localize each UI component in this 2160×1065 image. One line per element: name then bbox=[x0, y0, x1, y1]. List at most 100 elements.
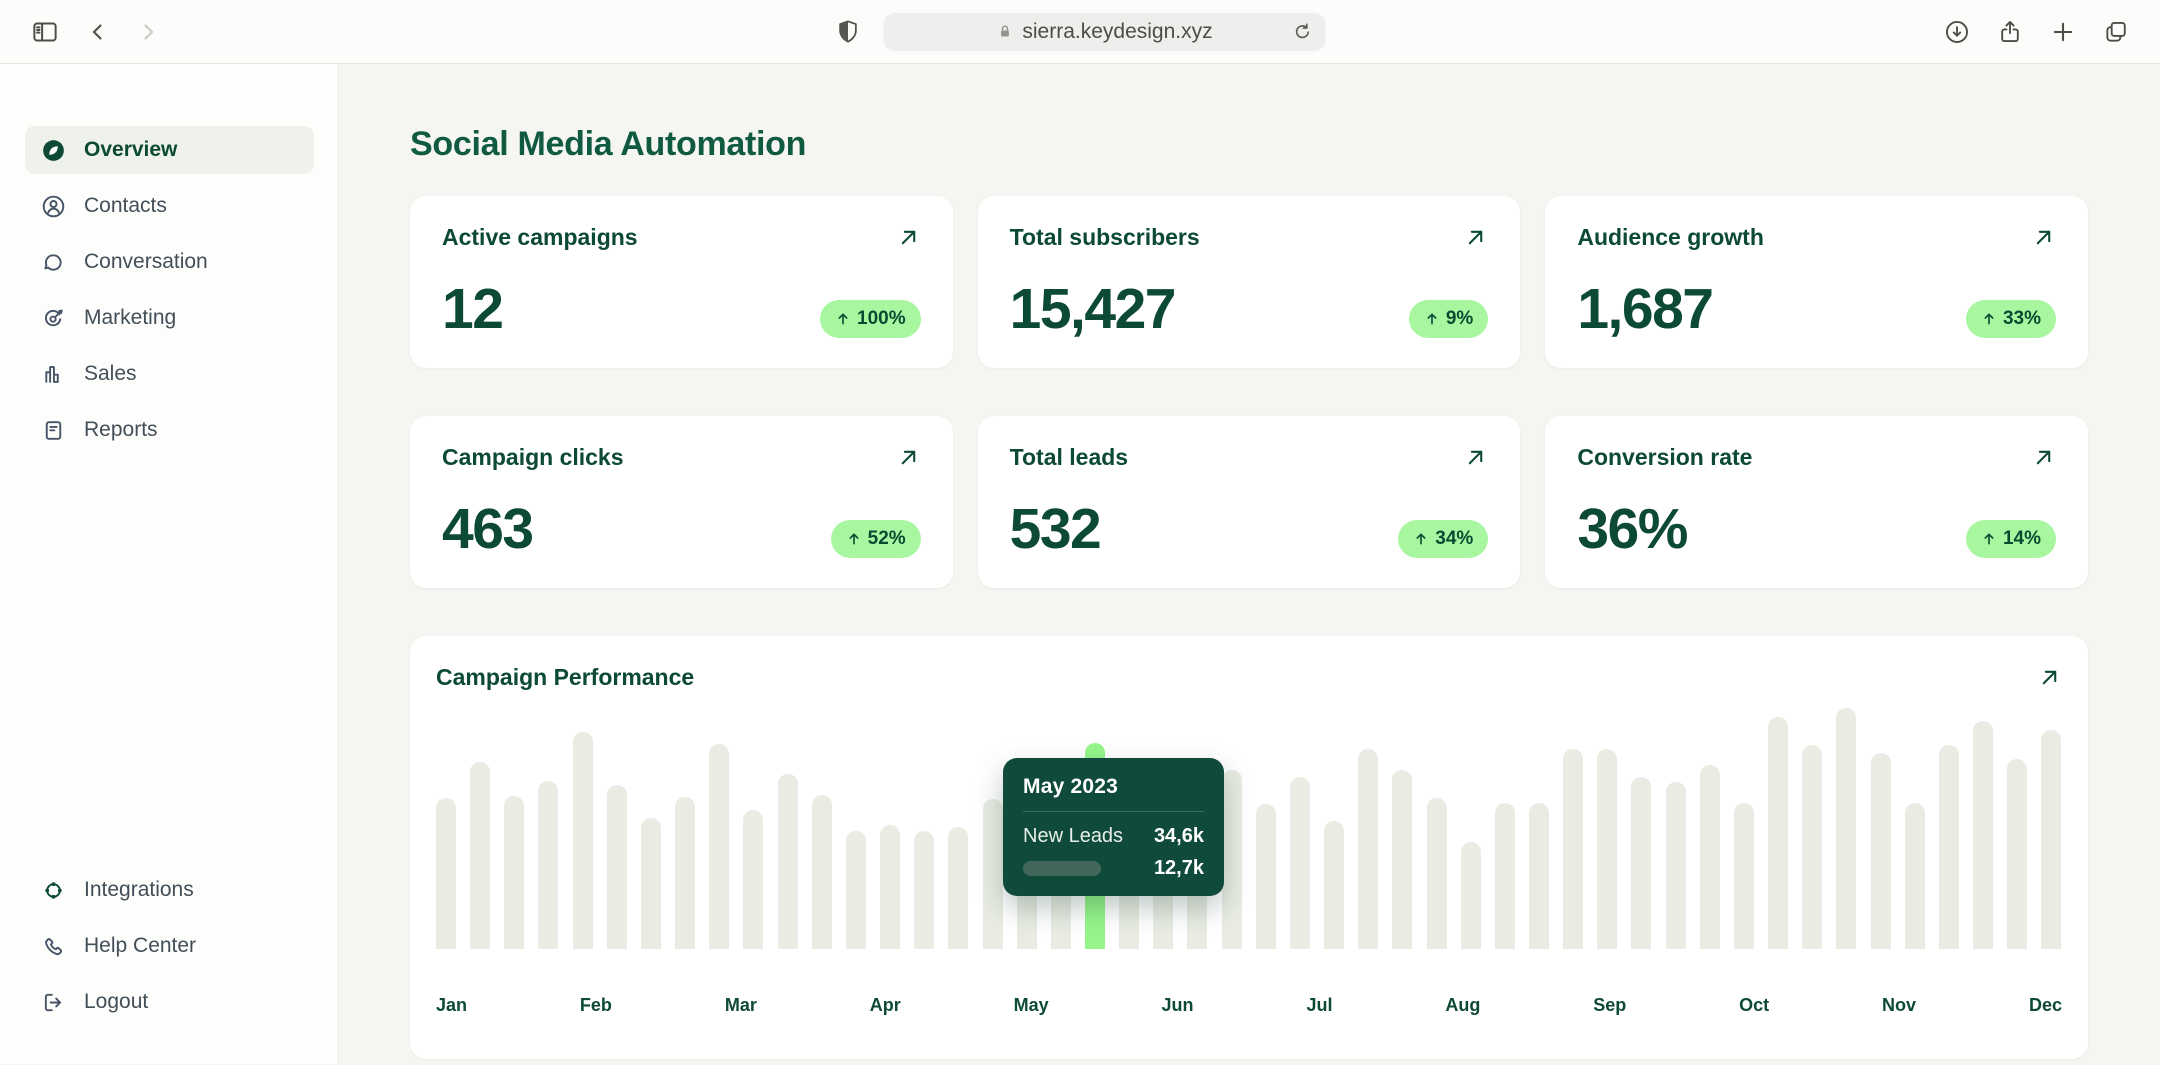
chart-bar[interactable] bbox=[470, 762, 490, 949]
chart-bar[interactable] bbox=[1973, 721, 1993, 949]
chart-bar[interactable] bbox=[1836, 708, 1856, 949]
sidebar: Overview Contacts bbox=[0, 64, 339, 1064]
tooltip-secondary-value: 12,7k bbox=[1154, 857, 1204, 880]
chart-bar[interactable] bbox=[436, 798, 456, 949]
stat-card-total-subscribers: Total subscribers 15,427 9% bbox=[978, 196, 1521, 368]
overview-icon bbox=[40, 137, 67, 164]
share-icon[interactable] bbox=[1996, 18, 2024, 46]
chart-bar[interactable] bbox=[1666, 782, 1686, 949]
chart-bar[interactable] bbox=[2007, 759, 2027, 949]
month-label: Aug bbox=[1445, 995, 1480, 1017]
chart-bar[interactable] bbox=[743, 810, 763, 949]
sidebar-item-conversation[interactable]: Conversation bbox=[25, 238, 314, 286]
arrow-up-right-icon[interactable] bbox=[2031, 445, 2056, 470]
sidebar-item-integrations[interactable]: Integrations bbox=[25, 866, 314, 914]
chart-bar[interactable] bbox=[1392, 770, 1412, 949]
arrow-up-icon bbox=[846, 531, 862, 547]
chart-bar[interactable] bbox=[1631, 777, 1651, 949]
chart-bar[interactable] bbox=[1597, 749, 1617, 949]
chart-bar[interactable] bbox=[641, 818, 661, 949]
chart-bar[interactable] bbox=[1529, 803, 1549, 949]
chart-bar[interactable] bbox=[1734, 803, 1754, 949]
logout-icon bbox=[40, 989, 67, 1016]
chart-bar[interactable] bbox=[812, 795, 832, 949]
stat-value: 12 bbox=[442, 281, 502, 338]
sidebar-item-contacts[interactable]: Contacts bbox=[25, 182, 314, 230]
month-label: Jan bbox=[436, 995, 467, 1017]
chart-bar[interactable] bbox=[2041, 730, 2061, 949]
chart-bar[interactable] bbox=[880, 825, 900, 949]
integrations-icon bbox=[40, 877, 67, 904]
chart-bar[interactable] bbox=[1358, 749, 1378, 949]
sidebar-item-marketing[interactable]: Marketing bbox=[25, 294, 314, 342]
sidebar-item-label: Overview bbox=[84, 138, 177, 162]
phone-icon bbox=[40, 933, 67, 960]
chart-bar[interactable] bbox=[983, 799, 1003, 949]
chart-bar[interactable] bbox=[778, 774, 798, 949]
forward-button[interactable] bbox=[136, 20, 160, 44]
chart-bar[interactable] bbox=[1700, 765, 1720, 949]
arrow-up-right-icon[interactable] bbox=[1463, 445, 1488, 470]
chart-title: Campaign Performance bbox=[436, 664, 694, 691]
chart-bar[interactable] bbox=[1871, 753, 1891, 949]
chart-bar[interactable] bbox=[675, 797, 695, 949]
chart-bar[interactable] bbox=[709, 744, 729, 949]
tooltip-value: 34,6k bbox=[1154, 825, 1204, 848]
sidebar-nav: Overview Contacts bbox=[0, 126, 338, 462]
sidebar-item-label: Integrations bbox=[84, 878, 194, 902]
stat-label: Total subscribers bbox=[1010, 224, 1200, 251]
sidebar-item-reports[interactable]: Reports bbox=[25, 406, 314, 454]
sidebar-item-logout[interactable]: Logout bbox=[25, 978, 314, 1026]
arrow-up-right-icon[interactable] bbox=[896, 445, 921, 470]
month-label: Apr bbox=[870, 995, 901, 1017]
downloads-icon[interactable] bbox=[1943, 18, 1971, 46]
chart-bar[interactable] bbox=[846, 831, 866, 949]
lock-icon bbox=[996, 23, 1013, 40]
arrow-up-right-icon[interactable] bbox=[2031, 225, 2056, 250]
chart-bar[interactable] bbox=[504, 796, 524, 949]
chart-bar[interactable] bbox=[607, 785, 627, 949]
chart-tooltip: May 2023 New Leads 34,6k 12,7k bbox=[1003, 758, 1224, 896]
chart-bar[interactable] bbox=[1802, 745, 1822, 949]
arrow-up-right-icon[interactable] bbox=[2037, 665, 2062, 690]
sales-icon bbox=[40, 361, 67, 388]
chart-bar[interactable] bbox=[573, 732, 593, 949]
stat-label: Audience growth bbox=[1577, 224, 1764, 251]
sidebar-item-sales[interactable]: Sales bbox=[25, 350, 314, 398]
stat-value: 1,687 bbox=[1577, 281, 1712, 338]
chart-bar[interactable] bbox=[948, 827, 968, 949]
arrow-up-icon bbox=[1424, 311, 1440, 327]
chart-bar[interactable] bbox=[1939, 745, 1959, 949]
arrow-up-icon bbox=[835, 311, 851, 327]
chart-bar[interactable] bbox=[1905, 803, 1925, 949]
sidebar-item-label: Help Center bbox=[84, 934, 196, 958]
chart-bar[interactable] bbox=[1222, 770, 1242, 949]
chart-bar[interactable] bbox=[538, 781, 558, 949]
address-bar[interactable]: sierra.keydesign.xyz bbox=[884, 13, 1326, 51]
month-label: Dec bbox=[2029, 995, 2062, 1017]
back-button[interactable] bbox=[86, 20, 110, 44]
tab-overview-icon[interactable] bbox=[2102, 18, 2130, 46]
reload-icon[interactable] bbox=[1292, 21, 1314, 43]
chart-bar[interactable] bbox=[1495, 803, 1515, 949]
arrow-up-right-icon[interactable] bbox=[1463, 225, 1488, 250]
arrow-up-right-icon[interactable] bbox=[896, 225, 921, 250]
chart-bar[interactable] bbox=[1256, 804, 1276, 949]
privacy-shield-icon[interactable] bbox=[835, 18, 862, 45]
chart-bar[interactable] bbox=[1563, 749, 1583, 949]
sidebar-toggle-icon[interactable] bbox=[30, 17, 60, 47]
chart-bar[interactable] bbox=[1324, 821, 1344, 949]
new-tab-icon[interactable] bbox=[2049, 18, 2077, 46]
sidebar-item-overview[interactable]: Overview bbox=[25, 126, 314, 174]
chart-bar[interactable] bbox=[1290, 777, 1310, 949]
trend-badge: 100% bbox=[820, 300, 921, 338]
sidebar-item-help-center[interactable]: Help Center bbox=[25, 922, 314, 970]
chart-bar[interactable] bbox=[1461, 842, 1481, 949]
chart-bar[interactable] bbox=[1427, 798, 1447, 949]
stat-card-conversion-rate: Conversion rate 36% 14% bbox=[1545, 416, 2088, 588]
trend-badge: 14% bbox=[1966, 520, 2056, 558]
trend-badge: 34% bbox=[1398, 520, 1488, 558]
chart-bar[interactable] bbox=[1768, 717, 1788, 949]
chart-bar[interactable] bbox=[914, 831, 934, 949]
month-label: Sep bbox=[1593, 995, 1626, 1017]
